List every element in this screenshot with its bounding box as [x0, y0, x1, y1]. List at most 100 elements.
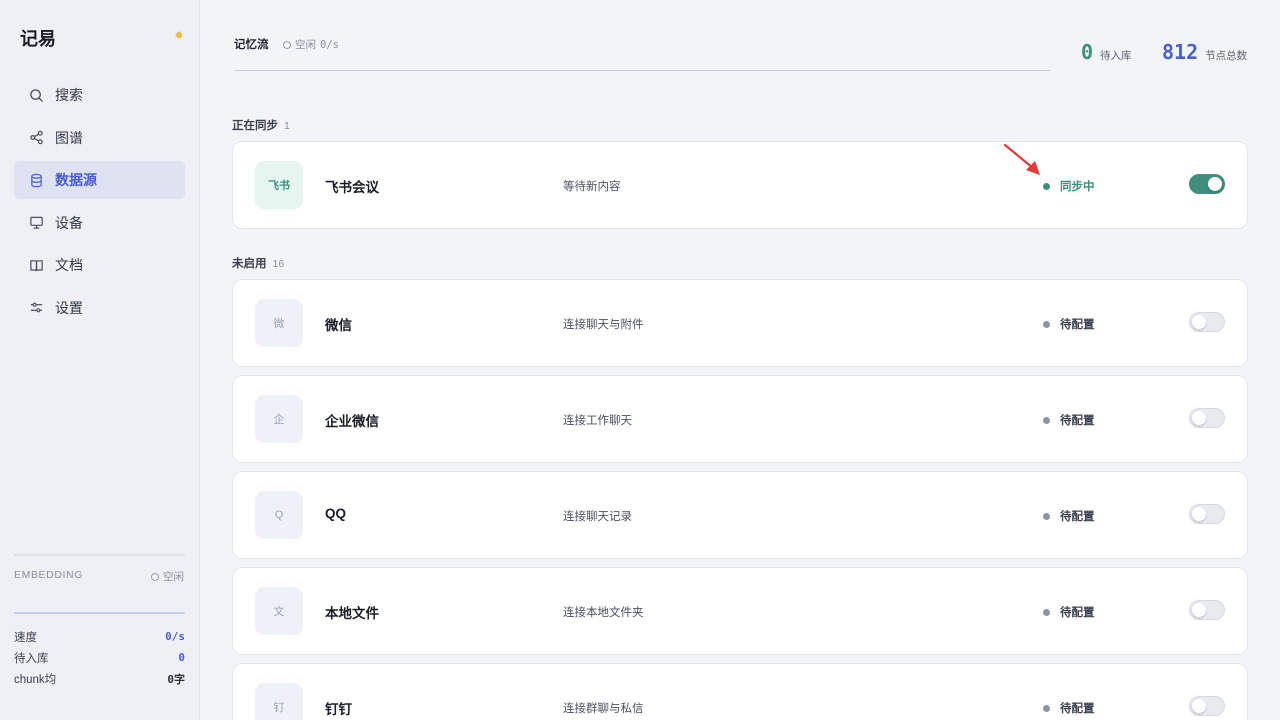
sidebar-item-search[interactable]: 搜索 [14, 76, 185, 114]
theme-toggle-icon[interactable]: ✹ [173, 30, 185, 42]
sidebar-item-label: 数据源 [55, 172, 97, 188]
source-description: 等待新内容 [563, 181, 621, 193]
source-card[interactable]: 飞书 飞书会议 等待新内容 同步中 [232, 141, 1248, 229]
toggle-knob [1208, 177, 1222, 191]
source-status: 待配置 [1043, 508, 1095, 524]
sidebar-item-label: 图谱 [55, 129, 83, 146]
status-text: 待配置 [1060, 511, 1095, 523]
sidebar-item-label: 文档 [55, 257, 83, 273]
embedding-label: EMBEDDING [14, 569, 83, 581]
stream-status-label: 空闲 [295, 39, 316, 51]
page-title[interactable]: 记忆流 [234, 36, 269, 52]
section-label: 未启用 [232, 258, 267, 270]
source-description: 连接群聊与私信 [563, 703, 644, 715]
source-logo: 微 [255, 299, 303, 347]
kpi-nodes: 812 节点总数 [1162, 40, 1247, 64]
status-text: 待配置 [1060, 607, 1095, 619]
status-dot [1043, 182, 1050, 190]
kpi-label: 待入库 [1100, 50, 1132, 62]
source-logo: 企 [255, 395, 303, 443]
sidebar-item-devices[interactable]: 设备 [14, 204, 185, 242]
source-logo: 飞书 [255, 161, 303, 209]
source-card[interactable]: 微 微信 连接聊天与附件 待配置 [232, 279, 1248, 367]
stat-row-speed: 速度 0/s [14, 626, 185, 647]
source-card[interactable]: 企 企业微信 连接工作聊天 待配置 [232, 375, 1248, 463]
sidebar: 记易 ✹ 搜索 图谱 数据源 设备 文档 设置 EMBEDDING 空闲 速度 … [0, 0, 200, 720]
source-name: QQ [325, 506, 347, 521]
status-dot [1043, 416, 1050, 424]
source-toggle[interactable] [1189, 696, 1225, 716]
app-logo-text: 记易 [20, 29, 56, 49]
toggle-knob [1192, 315, 1206, 329]
source-toggle[interactable] [1189, 408, 1225, 428]
toggle-knob [1192, 411, 1206, 425]
sidebar-item-docs[interactable]: 文档 [14, 246, 185, 284]
sidebar-item-settings[interactable]: 设置 [14, 289, 185, 327]
source-logo: 钉 [255, 683, 303, 720]
idle-circle-icon [151, 572, 159, 581]
divider [14, 554, 185, 556]
stat-number: 0 [167, 672, 174, 686]
stat-row-queue: 待入库 0 [14, 647, 185, 668]
embedding-progress-bar [14, 612, 185, 614]
source-description: 连接聊天与附件 [563, 319, 644, 331]
section-label: 正在同步 [232, 120, 278, 132]
sidebar-item-label: 设备 [55, 214, 83, 231]
sidebar-stats: 速度 0/s 待入库 0 chunk均 0字 [14, 626, 185, 689]
section-title-disabled: 未启用 16 [232, 255, 284, 271]
source-name: 企业微信 [325, 414, 379, 429]
source-card[interactable]: 钉 钉钉 连接群聊与私信 待配置 [232, 663, 1248, 720]
status-text: 待配置 [1060, 415, 1095, 427]
monitor-icon [30, 216, 43, 229]
sliders-icon [30, 302, 43, 313]
source-name: 钉钉 [325, 702, 352, 717]
source-status: 待配置 [1043, 700, 1095, 716]
sidebar-item-datasource[interactable]: 数据源 [14, 161, 185, 199]
source-description: 连接聊天记录 [563, 511, 632, 523]
section-title-syncing: 正在同步 1 [232, 117, 290, 133]
status-text: 待配置 [1060, 703, 1095, 715]
stat-label: 速度 [14, 631, 37, 644]
book-icon [30, 259, 43, 271]
stat-value: 0字 [167, 671, 185, 687]
source-card[interactable]: Q QQ 连接聊天记录 待配置 [232, 471, 1248, 559]
search-icon [30, 88, 44, 102]
stream-status-rate: 0/s [320, 38, 339, 51]
status-text: 同步中 [1060, 181, 1095, 193]
kpi-queue: 0 待入库 [1081, 40, 1132, 64]
stat-label: 待入库 [14, 652, 49, 665]
source-status: 待配置 [1043, 604, 1095, 620]
stat-row-chunk: chunk均 0字 [14, 668, 185, 689]
toggle-knob [1192, 507, 1206, 521]
toggle-knob [1192, 699, 1206, 713]
stat-unit: 字 [174, 673, 185, 686]
kpi-value: 0 [1081, 40, 1094, 64]
source-name: 微信 [325, 318, 352, 333]
embedding-status-text: 空闲 [163, 571, 184, 583]
source-logo: Q [255, 491, 303, 539]
source-status: 待配置 [1043, 316, 1095, 332]
source-card[interactable]: 文 本地文件 连接本地文件夹 待配置 [232, 567, 1248, 655]
source-name: 飞书会议 [325, 180, 379, 195]
sidebar-item-label: 搜索 [55, 87, 83, 103]
sidebar-nav: 搜索 图谱 数据源 设备 文档 设置 [14, 76, 185, 331]
source-status: 待配置 [1043, 412, 1095, 428]
sidebar-item-label: 设置 [55, 299, 83, 316]
status-dot [1043, 320, 1050, 328]
section-count: 16 [272, 258, 285, 270]
source-toggle[interactable] [1189, 600, 1225, 620]
stat-value: 0/s [165, 630, 185, 643]
sidebar-item-graph[interactable]: 图谱 [14, 119, 185, 157]
source-toggle[interactable] [1189, 312, 1225, 332]
source-toggle[interactable] [1189, 504, 1225, 524]
source-description: 连接工作聊天 [563, 415, 632, 427]
kpi-value: 812 [1162, 40, 1199, 64]
section-count: 1 [284, 120, 290, 132]
kpi-label: 节点总数 [1205, 50, 1248, 62]
status-dot [1043, 608, 1050, 616]
source-toggle[interactable] [1189, 174, 1225, 194]
source-name: 本地文件 [325, 606, 379, 621]
share-graph-icon [30, 130, 43, 145]
stat-label: chunk均 [14, 673, 57, 686]
stat-value: 0 [178, 651, 185, 664]
